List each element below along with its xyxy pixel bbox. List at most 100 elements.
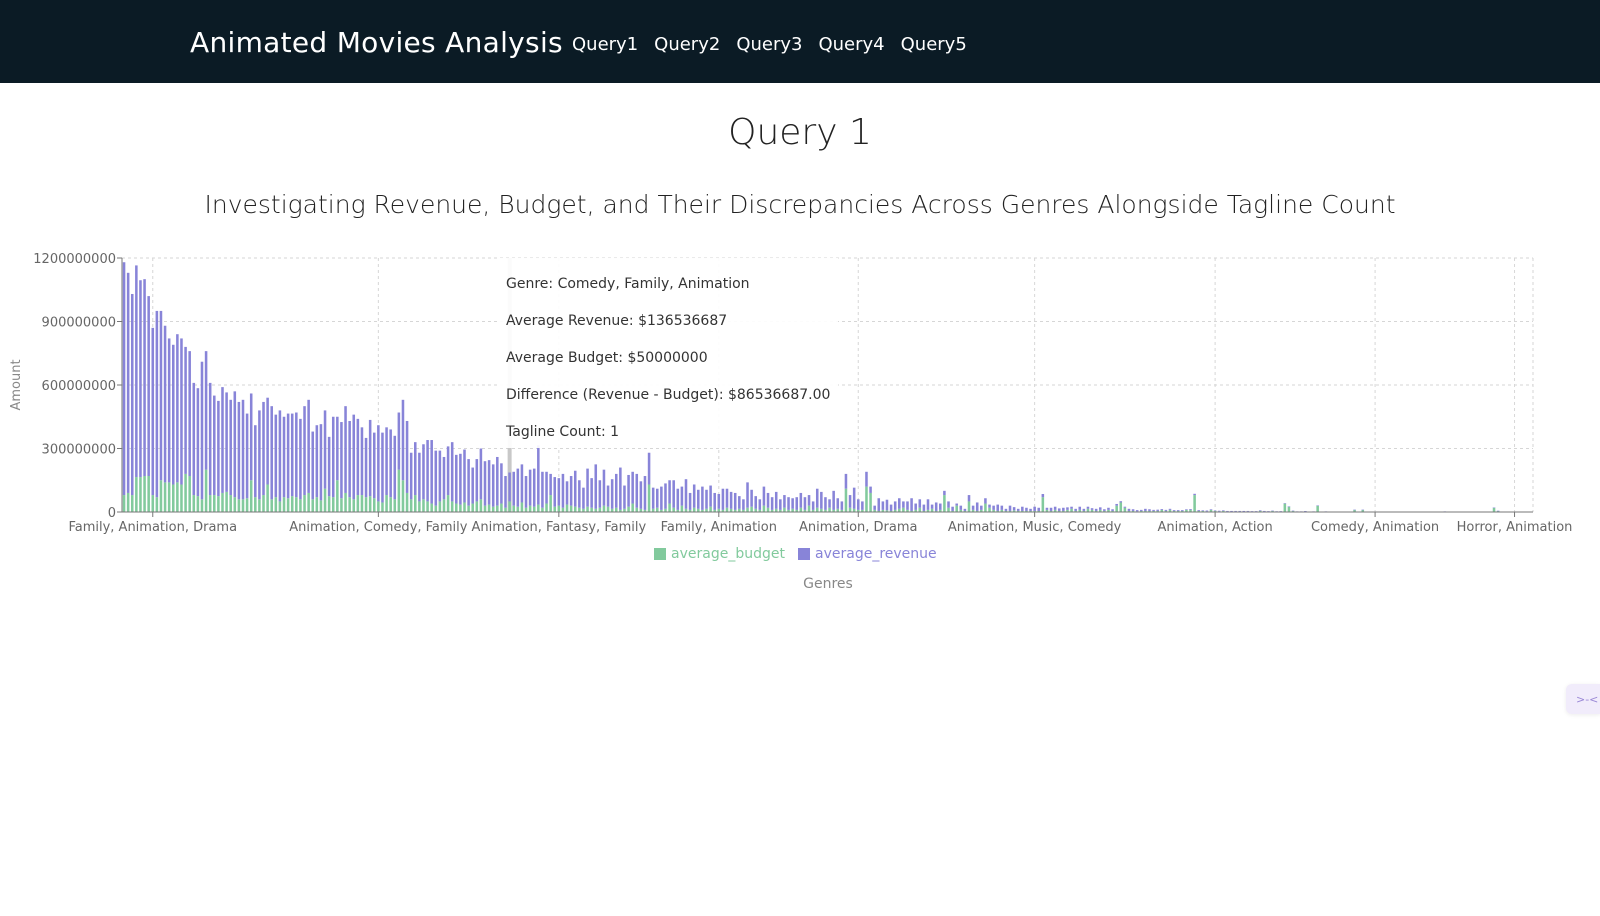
- nav-link-query4[interactable]: Query4: [818, 34, 884, 55]
- brand-title[interactable]: Animated Movies Analysis: [190, 26, 563, 59]
- legend-swatch-average-budget: [654, 548, 666, 560]
- bar-average-budget: [516, 506, 520, 512]
- bar-average-revenue: [594, 464, 598, 509]
- bar-average-budget: [967, 501, 971, 512]
- bar-average-revenue: [910, 498, 913, 511]
- legend-label-average-revenue: average_revenue: [815, 546, 937, 562]
- nav-link-query5[interactable]: Query5: [901, 34, 967, 55]
- bar-average-budget: [208, 495, 212, 512]
- bar-average-budget: [569, 505, 573, 512]
- chart-title: Investigating Revenue, Budget, and Their…: [204, 190, 1396, 219]
- bar-average-revenue: [733, 492, 737, 510]
- bar-average-budget: [614, 507, 618, 512]
- bar-average-budget: [446, 495, 450, 512]
- bar-average-budget: [172, 484, 175, 512]
- bar-average-revenue: [656, 488, 659, 508]
- bar-average-revenue: [176, 334, 179, 483]
- x-tick-label: Family, Animation, Drama: [68, 520, 237, 535]
- bar-average-revenue: [590, 478, 593, 508]
- bar-average-revenue: [139, 280, 142, 478]
- bar-average-revenue: [1361, 509, 1365, 511]
- bar-average-budget: [397, 469, 401, 512]
- bar-average-revenue: [1230, 510, 1233, 512]
- bar-average-revenue: [200, 361, 204, 500]
- bar-average-revenue: [508, 472, 511, 502]
- bar-average-revenue: [1131, 509, 1135, 511]
- bar-average-revenue: [1144, 508, 1147, 511]
- tooltip-genre: Genre: Comedy, Family, Animation: [506, 276, 750, 292]
- bar-average-budget: [450, 501, 454, 512]
- bar-average-revenue: [1086, 506, 1090, 509]
- bar-average-budget: [155, 497, 159, 512]
- bar-average-budget: [389, 497, 392, 512]
- bar-average-revenue: [664, 483, 667, 509]
- bar-average-revenue: [290, 413, 294, 497]
- bar-average-budget: [213, 495, 216, 512]
- bar-average-revenue: [1197, 510, 1200, 511]
- bar-average-budget: [1316, 505, 1319, 512]
- bar-average-revenue: [774, 491, 778, 509]
- bar-average-revenue: [327, 436, 331, 497]
- bar-average-budget: [262, 495, 265, 512]
- bar-average-budget: [955, 505, 958, 512]
- bar-average-budget: [377, 501, 380, 512]
- nav-link-query2[interactable]: Query2: [654, 34, 720, 55]
- bar-average-revenue: [807, 495, 811, 506]
- bar-average-revenue: [676, 488, 680, 510]
- bar-average-revenue: [750, 489, 753, 507]
- bar-average-revenue: [1164, 509, 1168, 511]
- y-tick-label: 300000000: [42, 443, 116, 458]
- bar-average-budget: [573, 506, 577, 512]
- x-tick-label: Animation, Fantasy, Family: [472, 520, 647, 535]
- bar-average-revenue: [217, 400, 220, 497]
- bar-average-revenue: [319, 424, 323, 501]
- bar-average-revenue: [836, 498, 840, 509]
- bar-average-revenue: [922, 504, 926, 511]
- bar-average-revenue: [450, 442, 454, 502]
- bar-average-budget: [438, 501, 442, 512]
- bar-average-revenue: [434, 450, 438, 506]
- bar-average-revenue: [307, 399, 310, 493]
- bar-average-budget: [459, 504, 462, 512]
- bar-average-revenue: [828, 499, 831, 508]
- bar-average-budget: [1119, 502, 1123, 512]
- bar-average-budget: [401, 480, 405, 512]
- bar-average-revenue: [278, 410, 282, 502]
- bar-average-revenue: [364, 437, 368, 498]
- bar-average-budget: [385, 495, 388, 512]
- bar-average-budget: [249, 480, 253, 512]
- bar-average-revenue: [1070, 506, 1073, 509]
- bar-average-budget: [762, 505, 766, 512]
- bar-average-revenue: [1045, 507, 1049, 510]
- bar-average-revenue: [1053, 506, 1057, 510]
- bar-average-revenue: [754, 496, 757, 509]
- bar-average-revenue: [1258, 510, 1262, 511]
- bar-average-revenue: [151, 327, 155, 496]
- x-tick-label: Animation, Music, Comedy: [948, 520, 1122, 535]
- bar-average-revenue: [1123, 506, 1127, 508]
- bar-average-revenue: [1066, 507, 1069, 510]
- bar-average-budget: [1492, 507, 1496, 512]
- bar-average-budget: [254, 497, 257, 512]
- bar-average-revenue: [557, 478, 561, 506]
- bar-average-revenue: [331, 416, 335, 498]
- bar-average-revenue: [184, 346, 187, 474]
- bar-average-revenue: [1246, 510, 1250, 512]
- bar-average-revenue: [791, 498, 794, 509]
- bar-average-revenue: [471, 467, 474, 504]
- bar-average-budget: [1287, 506, 1291, 512]
- nav-link-query1[interactable]: Query1: [572, 34, 638, 55]
- bar-average-revenue: [1238, 510, 1241, 512]
- bar-average-revenue: [1057, 508, 1061, 511]
- bar-average-revenue: [233, 391, 237, 498]
- bar-average-revenue: [1033, 506, 1036, 511]
- bar-average-budget: [299, 499, 302, 512]
- bar-average-revenue: [245, 413, 249, 499]
- bar-average-revenue: [1103, 509, 1106, 511]
- bar-average-budget: [590, 507, 593, 512]
- bar-average-revenue: [1189, 509, 1192, 510]
- side-widget-button[interactable]: >-<: [1566, 684, 1600, 714]
- x-tick-label: Horror, Animation: [1457, 520, 1573, 535]
- nav-link-query3[interactable]: Query3: [736, 34, 802, 55]
- bar-average-budget: [295, 497, 298, 512]
